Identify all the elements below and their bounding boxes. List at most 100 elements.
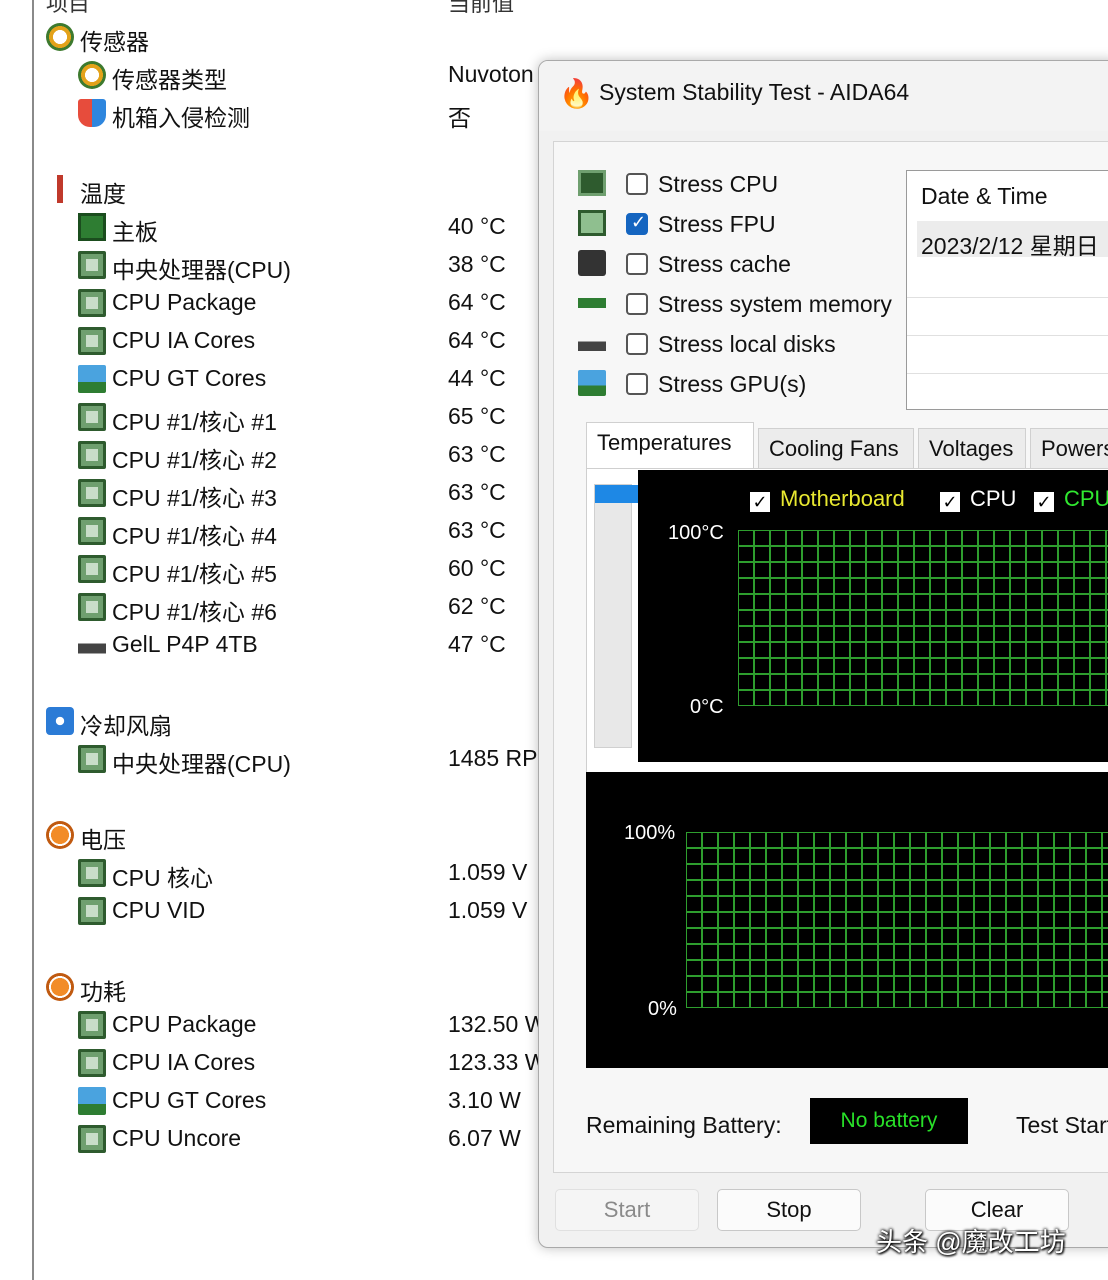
slider-thumb[interactable] bbox=[595, 485, 641, 503]
sensor-value: 3.10 W bbox=[448, 1087, 521, 1113]
sensor-row[interactable]: CPU #1/核心 #3 63 °C bbox=[0, 474, 560, 512]
stress-option[interactable]: Stress cache bbox=[554, 246, 914, 282]
sensor-row[interactable]: CPU #1/核心 #6 62 °C bbox=[0, 588, 560, 626]
stress-checkbox[interactable] bbox=[626, 212, 648, 235]
lightning-icon bbox=[46, 821, 74, 849]
dialog-titlebar[interactable]: 🔥 System Stability Test - AIDA64 bbox=[539, 61, 1108, 131]
sensor-value: 40 °C bbox=[448, 213, 506, 239]
sensor-value: 64 °C bbox=[448, 289, 506, 315]
dialog-title: System Stability Test - AIDA64 bbox=[599, 79, 910, 105]
sensor-category[interactable]: 冷却风扇 bbox=[0, 702, 560, 740]
sensor-category[interactable]: 传感器 bbox=[0, 18, 560, 56]
legend-label: CPU bbox=[1064, 486, 1108, 511]
graph-scroll-slider[interactable] bbox=[594, 484, 641, 748]
stress-checkbox[interactable] bbox=[626, 253, 648, 275]
sensor-row[interactable]: CPU 核心 1.059 V bbox=[0, 854, 560, 892]
legend-checkbox[interactable]: ✓ bbox=[1034, 492, 1054, 512]
stress-option-label: Stress CPU bbox=[658, 171, 779, 197]
chip-icon bbox=[78, 1011, 106, 1039]
sensor-category[interactable]: 温度 bbox=[0, 170, 560, 208]
stress-option-label: Stress local disks bbox=[658, 331, 836, 357]
tab-label: Voltages bbox=[929, 436, 1014, 461]
y-axis-min-label: 0% bbox=[648, 998, 677, 1020]
category-label: 冷却风扇 bbox=[80, 713, 172, 739]
gpu-icon bbox=[78, 1087, 106, 1115]
sensor-row[interactable]: CPU GT Cores 44 °C bbox=[0, 360, 560, 398]
sensor-row[interactable]: CPU IA Cores 64 °C bbox=[0, 322, 560, 360]
gpu-icon bbox=[78, 365, 106, 393]
legend-checkbox[interactable]: ✓ bbox=[940, 492, 960, 512]
legend-cpu-2[interactable]: ✓ CPU bbox=[1034, 486, 1108, 512]
stress-option[interactable]: Stress FPU bbox=[554, 206, 914, 242]
sensor-value: 1.059 V bbox=[448, 859, 528, 885]
start-button[interactable]: Start bbox=[555, 1189, 699, 1231]
sensor-label: CPU #1/核心 #2 bbox=[112, 447, 277, 473]
stress-option[interactable]: Stress local disks bbox=[554, 326, 914, 362]
stress-checkbox[interactable] bbox=[626, 293, 648, 315]
gauge-icon bbox=[46, 23, 74, 51]
sensor-row[interactable]: CPU #1/核心 #2 63 °C bbox=[0, 436, 560, 474]
sensor-row[interactable]: CPU Package 64 °C bbox=[0, 284, 560, 322]
tab-voltages[interactable]: Voltages bbox=[918, 428, 1026, 470]
gpu-icon bbox=[578, 370, 606, 396]
legend-cpu[interactable]: ✓ CPU bbox=[940, 486, 1016, 512]
stress-option[interactable]: Stress system memory bbox=[554, 286, 914, 322]
legend-motherboard[interactable]: ✓ Motherboard bbox=[750, 486, 905, 512]
stop-button[interactable]: Stop bbox=[717, 1189, 861, 1231]
sensor-row[interactable]: CPU Uncore 6.07 W bbox=[0, 1120, 560, 1158]
sensor-value: 62 °C bbox=[448, 593, 506, 619]
chip-icon bbox=[78, 289, 106, 317]
stability-test-dialog: 🔥 System Stability Test - AIDA64 Stress … bbox=[538, 60, 1108, 1248]
sensor-value: 123.33 W bbox=[448, 1049, 547, 1075]
test-started-label: Test Started: bbox=[1016, 1112, 1108, 1138]
sensor-row[interactable]: CPU VID 1.059 V bbox=[0, 892, 560, 930]
sensor-row[interactable]: 机箱入侵检测 否 bbox=[0, 94, 560, 132]
chip-icon bbox=[78, 1049, 106, 1077]
y-axis-max-label: 100% bbox=[624, 822, 676, 844]
row-divider bbox=[907, 373, 1108, 374]
stress-checkbox[interactable] bbox=[626, 373, 648, 395]
tab-cooling-fans[interactable]: Cooling Fans bbox=[758, 428, 914, 470]
legend-label: CPU bbox=[970, 486, 1017, 511]
date-time-list[interactable]: Date & Time 2023/2/12 星期日 bbox=[906, 170, 1108, 410]
sensor-value: 63 °C bbox=[448, 517, 506, 543]
remaining-battery-label: Remaining Battery: bbox=[586, 1112, 782, 1138]
sensor-value: 38 °C bbox=[448, 251, 506, 277]
chip-icon bbox=[78, 897, 106, 925]
tab-temperatures[interactable]: Temperatures bbox=[586, 422, 754, 471]
sensor-label: 机箱入侵检测 bbox=[112, 105, 250, 131]
date-time-row[interactable]: 2023/2/12 星期日 bbox=[917, 221, 1108, 259]
chip-icon bbox=[78, 555, 106, 583]
sensor-category[interactable]: 功耗 bbox=[0, 968, 560, 1006]
dialog-body: Stress CPU Stress FPU Stress cache Stress s… bbox=[553, 141, 1108, 1173]
stress-option[interactable]: Stress GPU(s) bbox=[554, 366, 914, 402]
sensor-label: CPU #1/核心 #5 bbox=[112, 561, 277, 587]
sensor-label: 主板 bbox=[112, 219, 158, 245]
sensor-row[interactable]: CPU Package 132.50 W bbox=[0, 1006, 560, 1044]
column-header-value[interactable]: 当前值 bbox=[448, 0, 514, 18]
sensor-row[interactable]: 中央处理器(CPU) 38 °C bbox=[0, 246, 560, 284]
sensor-row[interactable]: CPU GT Cores 3.10 W bbox=[0, 1082, 560, 1120]
stress-checkbox[interactable] bbox=[626, 173, 648, 195]
sensor-row[interactable]: 主板 40 °C bbox=[0, 208, 560, 246]
stress-checkbox[interactable] bbox=[626, 333, 648, 355]
legend-checkbox[interactable]: ✓ bbox=[750, 492, 770, 512]
date-time-header: Date & Time bbox=[921, 183, 1048, 209]
tab-label: Temperatures bbox=[597, 430, 732, 455]
chip-icon bbox=[78, 441, 106, 469]
sensor-row[interactable]: GelL P4P 4TB 47 °C bbox=[0, 626, 560, 664]
stress-option[interactable]: Stress CPU bbox=[554, 166, 914, 202]
sensor-row[interactable]: CPU #1/核心 #4 63 °C bbox=[0, 512, 560, 550]
sensor-label: CPU 核心 bbox=[112, 865, 213, 891]
sensor-row[interactable]: CPU #1/核心 #5 60 °C bbox=[0, 550, 560, 588]
sensor-label: 中央处理器(CPU) bbox=[112, 751, 291, 777]
sensor-row[interactable]: CPU IA Cores 123.33 W bbox=[0, 1044, 560, 1082]
sensor-label: 中央处理器(CPU) bbox=[112, 257, 291, 283]
column-header-item[interactable]: 项目 bbox=[46, 0, 90, 18]
tab-powers[interactable]: Powers bbox=[1030, 428, 1108, 470]
battery-status: No battery bbox=[810, 1098, 968, 1144]
sensor-row[interactable]: CPU #1/核心 #1 65 °C bbox=[0, 398, 560, 436]
sensor-row[interactable]: 中央处理器(CPU) 1485 RPM bbox=[0, 740, 560, 778]
sensor-row[interactable]: 传感器类型 Nuvoton bbox=[0, 56, 560, 94]
sensor-category[interactable]: 电压 bbox=[0, 816, 560, 854]
